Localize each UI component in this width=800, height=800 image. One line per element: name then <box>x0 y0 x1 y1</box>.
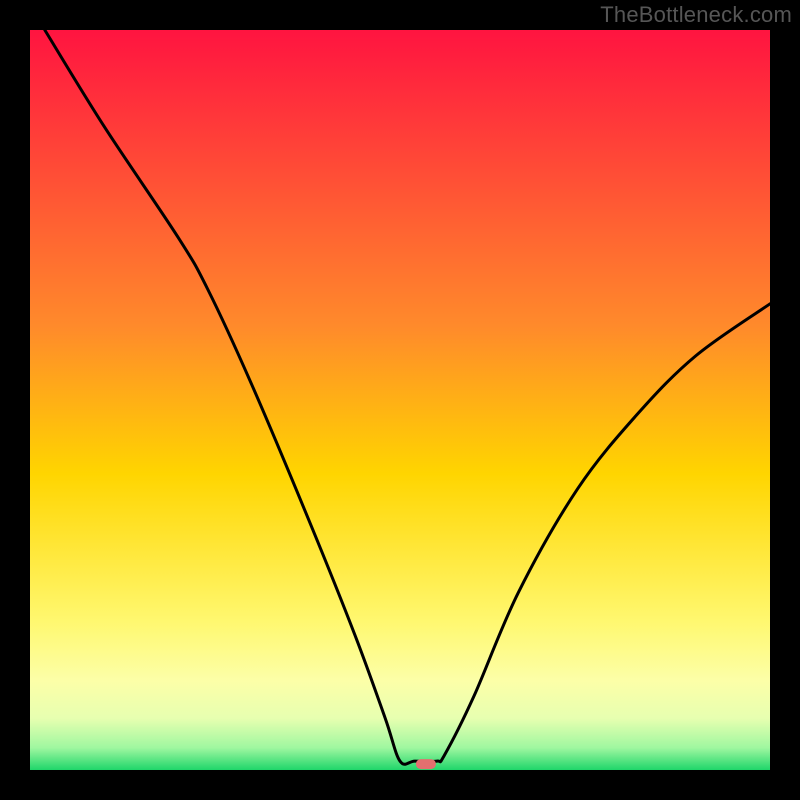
bottleneck-plot <box>0 0 800 800</box>
optimum-marker <box>416 759 436 769</box>
watermark-text: TheBottleneck.com <box>600 2 792 28</box>
chart-frame: { "watermark": "TheBottleneck.com", "plo… <box>0 0 800 800</box>
plot-background <box>30 30 770 770</box>
